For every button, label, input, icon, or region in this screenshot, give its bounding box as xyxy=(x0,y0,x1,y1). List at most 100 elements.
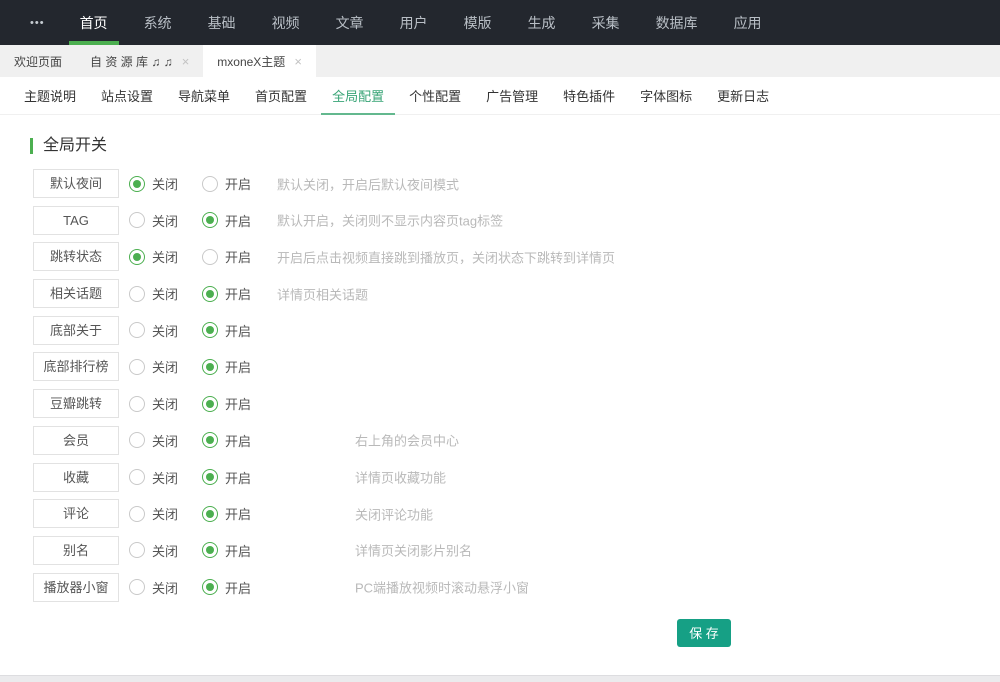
radio-off[interactable]: 关闭 xyxy=(129,284,178,303)
nav-item-label: 系统 xyxy=(144,13,172,33)
radio-on[interactable]: 开启 xyxy=(202,174,251,193)
nav-item-template[interactable]: 模版 xyxy=(451,0,505,45)
switch-row-related-topic: 相关话题 关闭 开启 详情页相关话题 xyxy=(0,279,1000,308)
radio-circle-icon xyxy=(202,469,218,485)
radio-on-label: 开启 xyxy=(225,468,251,487)
theme-subtab-bar: 主题说明站点设置导航菜单首页配置全局配置个性配置广告管理特色插件字体图标更新日志 xyxy=(0,77,1000,115)
switch-label-button[interactable]: 别名 xyxy=(33,536,119,565)
switch-description: 默认开启，关闭则不显示内容页tag标签 xyxy=(277,211,503,230)
subtab-personal-config[interactable]: 个性配置 xyxy=(398,77,472,114)
nav-item-label: 采集 xyxy=(592,13,620,33)
nav-item-home[interactable]: 首页 xyxy=(67,0,121,45)
switch-label-button[interactable]: 底部关于 xyxy=(33,316,119,345)
radio-circle-icon xyxy=(129,322,145,338)
subtab-font-icons[interactable]: 字体图标 xyxy=(629,77,703,114)
radio-circle-icon xyxy=(129,359,145,375)
radio-on[interactable]: 开启 xyxy=(202,247,251,266)
tab-welcome[interactable]: 欢迎页面 xyxy=(0,45,76,77)
radio-on[interactable]: 开启 xyxy=(202,211,251,230)
switch-row-jump-state: 跳转状态 关闭 开启 开启后点击视频直接跳到播放页，关闭状态下跳转到详情页 xyxy=(0,242,1000,271)
nav-item-basic[interactable]: 基础 xyxy=(195,0,249,45)
switch-rows: 默认夜间 关闭 开启 默认关闭，开启后默认夜间模式 TAG 关闭 开启 默认开启… xyxy=(0,169,1000,602)
radio-on-label: 开启 xyxy=(225,394,251,413)
radio-off[interactable]: 关闭 xyxy=(129,394,178,413)
radio-off[interactable]: 关闭 xyxy=(129,431,178,450)
window-tab-bar: 欢迎页面 自 资 源 库 ♫ ♫ × mxoneX主题 × xyxy=(0,45,1000,77)
nav-item-collect[interactable]: 采集 xyxy=(579,0,633,45)
radio-off[interactable]: 关闭 xyxy=(129,247,178,266)
switch-row-favorite: 收藏 关闭 开启 详情页收藏功能 xyxy=(0,463,1000,492)
tab-close-icon[interactable]: × xyxy=(294,55,302,68)
radio-circle-icon xyxy=(129,249,145,265)
radio-off[interactable]: 关闭 xyxy=(129,211,178,230)
tab-label: 欢迎页面 xyxy=(14,53,62,70)
switch-description: 默认关闭，开启后默认夜间模式 xyxy=(277,174,459,193)
switch-label-button[interactable]: 相关话题 xyxy=(33,279,119,308)
subtab-ad-manage[interactable]: 广告管理 xyxy=(475,77,549,114)
nav-item-app[interactable]: 应用 xyxy=(721,0,775,45)
switch-label-button[interactable]: 底部排行榜 xyxy=(33,352,119,381)
more-menu-icon[interactable]: ••• xyxy=(28,0,47,45)
radio-off[interactable]: 关闭 xyxy=(129,578,178,597)
switch-label-button[interactable]: 会员 xyxy=(33,426,119,455)
radio-off-label: 关闭 xyxy=(152,394,178,413)
nav-item-label: 首页 xyxy=(80,13,108,33)
radio-on[interactable]: 开启 xyxy=(202,541,251,560)
radio-on[interactable]: 开启 xyxy=(202,321,251,340)
nav-item-user[interactable]: 用户 xyxy=(387,0,441,45)
radio-off[interactable]: 关闭 xyxy=(129,504,178,523)
switch-label-button[interactable]: 跳转状态 xyxy=(33,242,119,271)
switch-label-button[interactable]: 播放器小窗 xyxy=(33,573,119,602)
radio-off-label: 关闭 xyxy=(152,357,178,376)
radio-on[interactable]: 开启 xyxy=(202,431,251,450)
subtab-label: 首页配置 xyxy=(255,86,307,105)
radio-off-label: 关闭 xyxy=(152,284,178,303)
nav-item-label: 应用 xyxy=(734,13,762,33)
radio-off[interactable]: 关闭 xyxy=(129,468,178,487)
switch-row-footer-ranking: 底部排行榜 关闭 开启 xyxy=(0,352,1000,381)
radio-circle-icon xyxy=(202,359,218,375)
subtab-changelog[interactable]: 更新日志 xyxy=(706,77,780,114)
subtab-global-config[interactable]: 全局配置 xyxy=(321,77,395,114)
radio-circle-icon xyxy=(202,249,218,265)
radio-off[interactable]: 关闭 xyxy=(129,541,178,560)
save-button[interactable]: 保 存 xyxy=(677,619,731,647)
switch-label-button[interactable]: 评论 xyxy=(33,499,119,528)
radio-off-label: 关闭 xyxy=(152,321,178,340)
top-nav-bar: ••• 首页 系统 基础视频文章用户模版生成 采集 数据库 应用 xyxy=(0,0,1000,45)
radio-off[interactable]: 关闭 xyxy=(129,321,178,340)
switch-label-button[interactable]: 默认夜间 xyxy=(33,169,119,198)
radio-off-label: 关闭 xyxy=(152,578,178,597)
switch-label-button[interactable]: 收藏 xyxy=(33,463,119,492)
radio-circle-icon xyxy=(129,506,145,522)
switch-label-button[interactable]: TAG xyxy=(33,206,119,235)
tab-close-icon[interactable]: × xyxy=(182,55,190,68)
nav-item-video[interactable]: 视频 xyxy=(259,0,313,45)
subtab-feature-plugins[interactable]: 特色插件 xyxy=(552,77,626,114)
radio-off-label: 关闭 xyxy=(152,541,178,560)
bottom-scrollbar-track[interactable] xyxy=(0,675,1000,682)
tab-resource-lib[interactable]: 自 资 源 库 ♫ ♫ × xyxy=(76,45,203,77)
radio-off[interactable]: 关闭 xyxy=(129,174,178,193)
radio-on[interactable]: 开启 xyxy=(202,284,251,303)
subtab-site-settings[interactable]: 站点设置 xyxy=(90,77,164,114)
radio-on[interactable]: 开启 xyxy=(202,504,251,523)
nav-item-system[interactable]: 系统 xyxy=(131,0,185,45)
radio-on[interactable]: 开启 xyxy=(202,394,251,413)
switch-label-button[interactable]: 豆瓣跳转 xyxy=(33,389,119,418)
switch-description: 关闭评论功能 xyxy=(355,504,433,523)
radio-off-label: 关闭 xyxy=(152,211,178,230)
nav-item-article[interactable]: 文章 xyxy=(323,0,377,45)
tab-mxonex-theme[interactable]: mxoneX主题 × xyxy=(203,45,316,77)
radio-on[interactable]: 开启 xyxy=(202,357,251,376)
radio-on[interactable]: 开启 xyxy=(202,578,251,597)
radio-off[interactable]: 关闭 xyxy=(129,357,178,376)
subtab-nav-menu[interactable]: 导航菜单 xyxy=(167,77,241,114)
subtab-home-config[interactable]: 首页配置 xyxy=(244,77,318,114)
subtab-theme-intro[interactable]: 主题说明 xyxy=(13,77,87,114)
nav-item-database[interactable]: 数据库 xyxy=(643,0,711,45)
nav-item-generate[interactable]: 生成 xyxy=(515,0,569,45)
tab-label: mxoneX主题 xyxy=(217,53,285,70)
radio-on-label: 开启 xyxy=(225,578,251,597)
radio-on[interactable]: 开启 xyxy=(202,468,251,487)
